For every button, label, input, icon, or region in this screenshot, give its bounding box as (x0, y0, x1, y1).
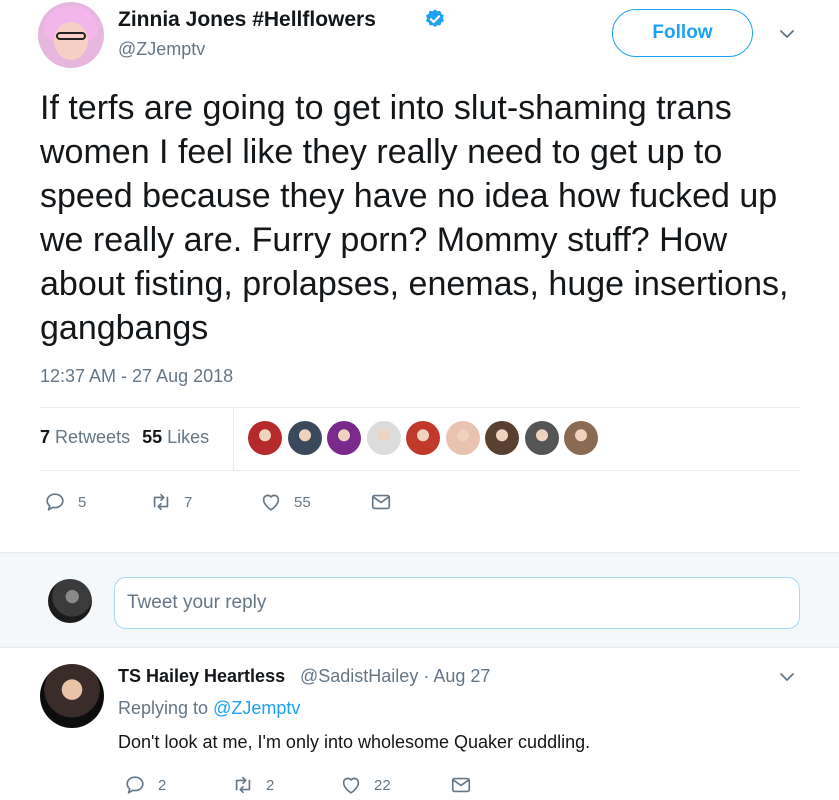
heart-icon (262, 494, 280, 511)
replying-to-link[interactable]: @ZJemptv (213, 698, 300, 718)
retweet-count: 2 (266, 776, 275, 794)
envelope-icon (451, 777, 471, 793)
liker-avatar[interactable] (288, 421, 322, 455)
reply-action[interactable]: 2 (124, 774, 166, 796)
liker-avatar[interactable] (564, 421, 598, 455)
author-display-name[interactable]: Zinnia Jones #Hellflowers (118, 8, 376, 32)
author-avatar[interactable] (38, 2, 104, 68)
reply-count: 2 (158, 776, 167, 794)
reply-composer: Tweet your reply (0, 552, 839, 648)
reply-text: Don't look at me, I'm only into wholesom… (118, 732, 591, 752)
reply-author-avatar[interactable] (40, 664, 104, 728)
retweet-action[interactable]: 2 (232, 774, 274, 796)
envelope-icon (371, 494, 391, 510)
liker-avatar[interactable] (406, 421, 440, 455)
stats-separator (233, 407, 234, 470)
retweets-stat[interactable]: 7 Retweets (40, 427, 130, 447)
like-count: 55 (294, 493, 311, 511)
liker-avatar[interactable] (446, 421, 480, 455)
reply-count: 5 (78, 493, 87, 511)
direct-message-action[interactable] (370, 491, 392, 513)
liker-avatar[interactable] (525, 421, 559, 455)
retweet-count: 7 (184, 493, 193, 511)
divider (40, 470, 800, 471)
reply-icon (126, 776, 144, 794)
tweet-text: If terfs are going to get into slut-sham… (40, 89, 789, 347)
retweet-action[interactable]: 7 (150, 491, 192, 513)
reply-tweet[interactable]: TS Hailey Heartless @SadistHailey · Aug … (0, 648, 839, 800)
like-count: 22 (374, 776, 391, 794)
reply-input[interactable]: Tweet your reply (114, 577, 800, 629)
author-handle[interactable]: @ZJemptv (118, 39, 205, 60)
chevron-down-icon[interactable] (778, 25, 796, 43)
likes-stat[interactable]: 55 Likes (142, 427, 209, 447)
tweet-timestamp[interactable]: 12:37 AM - 27 Aug 2018 (40, 366, 233, 387)
main-tweet: Zinnia Jones #Hellflowers @ZJemptv Follo… (0, 0, 839, 552)
divider (40, 407, 800, 408)
current-user-avatar[interactable] (48, 579, 92, 623)
liker-avatar[interactable] (367, 421, 401, 455)
follow-button[interactable]: Follow (612, 9, 753, 57)
verified-badge-icon (426, 9, 444, 27)
liker-avatar[interactable] (485, 421, 519, 455)
like-action[interactable]: 22 (340, 774, 391, 796)
reply-author-display-name[interactable]: TS Hailey Heartless (118, 666, 285, 687)
chevron-down-icon[interactable] (778, 668, 796, 686)
liker-avatar[interactable] (248, 421, 282, 455)
heart-icon (342, 777, 360, 794)
reply-author-handle[interactable]: @SadistHailey · Aug 27 (300, 666, 490, 687)
reply-action[interactable]: 5 (44, 491, 86, 513)
replying-to-line: Replying to @ZJemptv (118, 698, 301, 718)
direct-message-action[interactable] (450, 774, 472, 796)
retweet-icon (153, 493, 169, 511)
liker-avatar[interactable] (327, 421, 361, 455)
retweet-icon (235, 776, 251, 794)
reply-icon (46, 493, 64, 511)
engagement-stats: 7 Retweets 55 Likes (40, 427, 209, 448)
like-action[interactable]: 55 (260, 491, 311, 513)
